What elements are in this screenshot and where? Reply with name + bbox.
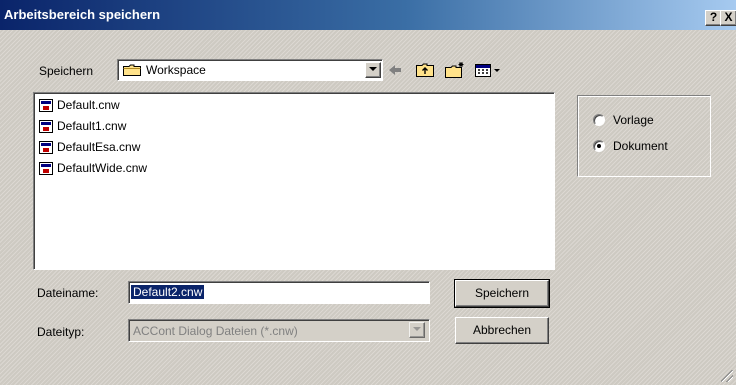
save-in-combobox[interactable]: Workspace xyxy=(117,59,383,81)
file-name: Default.cnw xyxy=(57,98,120,112)
document-icon xyxy=(39,141,53,154)
folder-icon xyxy=(123,64,141,76)
filename-value[interactable]: Default2.cnw xyxy=(131,285,205,299)
file-list[interactable]: Default.cnw Default1.cnw DefaultEsa.cnw … xyxy=(33,92,555,270)
file-name: DefaultWide.cnw xyxy=(57,161,148,175)
resize-grip[interactable] xyxy=(721,370,733,382)
save-in-value: Workspace xyxy=(146,63,206,77)
up-folder-icon[interactable] xyxy=(415,61,435,79)
view-menu-icon[interactable] xyxy=(474,61,502,79)
new-folder-icon[interactable] xyxy=(444,61,466,79)
radio-circle-checked[interactable] xyxy=(593,140,605,152)
save-in-dropdown-button[interactable] xyxy=(365,62,381,78)
dialog-title: Arbeitsbereich speichern xyxy=(4,7,161,22)
radio-circle[interactable] xyxy=(593,114,605,126)
back-arrow-icon[interactable] xyxy=(386,61,404,79)
filetype-value: ACCont Dialog Dateien (*.cnw) xyxy=(133,324,298,338)
cancel-button[interactable]: Abbrechen xyxy=(455,317,549,344)
close-button[interactable]: X xyxy=(720,10,736,26)
document-icon xyxy=(39,120,53,133)
file-name: Default1.cnw xyxy=(57,119,127,133)
chevron-down-icon xyxy=(369,67,377,72)
radio-vorlage[interactable]: Vorlage xyxy=(593,112,703,128)
save-workspace-dialog: Arbeitsbereich speichern ? X Speichern W… xyxy=(0,0,736,385)
filename-label: Dateiname: xyxy=(37,286,99,300)
filetype-select: ACCont Dialog Dateien (*.cnw) xyxy=(128,319,430,342)
filetype-dropdown-button xyxy=(409,322,425,338)
radio-dokument-label[interactable]: Dokument xyxy=(613,139,668,153)
save-in-label: Speichern xyxy=(39,64,94,78)
document-icon xyxy=(39,162,53,175)
file-name: DefaultEsa.cnw xyxy=(57,140,141,154)
title-bar[interactable]: Arbeitsbereich speichern ? X xyxy=(0,0,736,30)
save-button[interactable]: Speichern xyxy=(454,279,550,308)
filename-input[interactable]: Default2.cnw xyxy=(128,281,430,304)
chevron-down-icon xyxy=(413,327,421,332)
radio-vorlage-label[interactable]: Vorlage xyxy=(613,113,654,127)
radio-dokument[interactable]: Dokument xyxy=(593,138,703,154)
save-type-group: Vorlage Dokument xyxy=(577,95,711,177)
document-icon xyxy=(39,99,53,112)
filetype-label: Dateityp: xyxy=(37,325,85,339)
